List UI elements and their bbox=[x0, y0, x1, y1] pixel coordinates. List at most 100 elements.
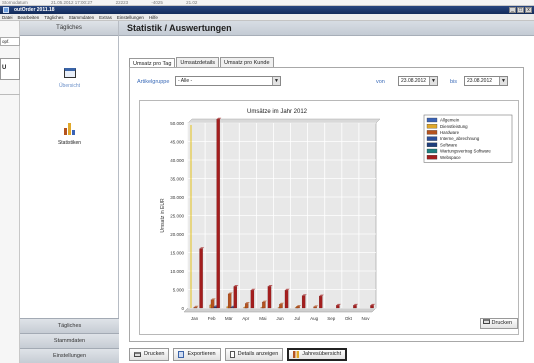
bar-chart-icon bbox=[293, 351, 300, 358]
background-field: opf. bbox=[0, 37, 20, 46]
bar bbox=[284, 290, 289, 309]
year-overview-button[interactable]: Jahresübersicht bbox=[287, 348, 348, 361]
maximize-button[interactable]: □ bbox=[517, 7, 524, 13]
background-field: U bbox=[0, 58, 20, 80]
group-select[interactable]: - Alle - ▼ bbox=[175, 76, 281, 86]
menu-bearbeiten[interactable]: Bearbeiten bbox=[18, 14, 40, 20]
legend-swatch bbox=[426, 130, 438, 135]
bar bbox=[313, 306, 317, 309]
bar bbox=[301, 295, 306, 309]
x-tick-label: Okt bbox=[345, 316, 353, 321]
x-tick-label: Feb bbox=[208, 316, 216, 321]
to-date-select[interactable]: 23.08.2012 ▼ bbox=[464, 76, 508, 86]
navigation-sidebar: Tägliches Übersicht Statistiken Tägliche… bbox=[20, 21, 119, 363]
nav-item-uebersicht[interactable]: Übersicht bbox=[20, 68, 119, 89]
strip-cell: 22223 bbox=[115, 0, 129, 5]
bar bbox=[296, 306, 300, 309]
bar-chart-icon bbox=[64, 122, 75, 135]
nav-tab-einstellungen[interactable]: Einstellungen bbox=[20, 348, 119, 363]
nav-header: Tägliches bbox=[20, 21, 118, 36]
footer-toolbar: Drucken Exportieren Details anzeigen Jah… bbox=[129, 348, 348, 361]
tab-panel: Artikelgruppe - Alle - ▼ von 23.08.2012 … bbox=[129, 67, 524, 342]
y-tick-label: 15.000 bbox=[170, 250, 184, 255]
y-tick-label: 25.000 bbox=[170, 213, 184, 218]
x-tick-label: Jul bbox=[294, 316, 300, 321]
legend-label: Wartungsvertrag Software bbox=[440, 149, 491, 154]
export-button[interactable]: Exportieren bbox=[173, 348, 221, 361]
tab-umsatzdetails[interactable]: Umsatzdetails bbox=[176, 57, 219, 67]
legend-swatch bbox=[426, 136, 438, 141]
window-titlebar: outOrder 2011.18 _ □ x bbox=[0, 6, 534, 14]
nav-tab-taegliches[interactable]: Tägliches bbox=[20, 318, 119, 333]
y-axis-label: Umsatz in EUR bbox=[160, 198, 166, 233]
legend-swatch bbox=[426, 148, 438, 154]
print-button-label: Drucken bbox=[144, 351, 165, 357]
chevron-down-icon: ▼ bbox=[429, 77, 437, 85]
document-icon bbox=[229, 351, 235, 358]
show-details-button[interactable]: Details anzeigen bbox=[224, 348, 284, 361]
legend-swatch bbox=[426, 117, 438, 123]
strip-cell: 21.05.2012 17:00:27 bbox=[51, 0, 93, 5]
app-icon bbox=[3, 7, 9, 13]
export-icon bbox=[178, 351, 185, 358]
to-date-value: 23.08.2012 bbox=[467, 78, 493, 84]
to-label: bis bbox=[450, 79, 458, 85]
y-tick-label: 45.000 bbox=[170, 139, 184, 144]
x-tick-label: Mär bbox=[225, 316, 233, 321]
strip-cell: 21.02 bbox=[186, 0, 198, 5]
menu-einstellungen[interactable]: Einstellungen bbox=[117, 14, 144, 20]
from-label: von bbox=[376, 79, 385, 85]
group-label: Artikelgruppe bbox=[137, 79, 170, 85]
y-tick-label: 40.000 bbox=[170, 158, 184, 163]
x-tick-label: Nov bbox=[361, 316, 370, 321]
background-divider bbox=[0, 94, 20, 104]
tab-umsatz-pro-kunde[interactable]: Umsatz pro Kunde bbox=[219, 57, 274, 67]
bar bbox=[353, 305, 357, 309]
plot-floor bbox=[183, 307, 377, 313]
menu-taegliches[interactable]: Tägliches bbox=[44, 14, 63, 20]
legend-label: Hardware bbox=[440, 130, 460, 135]
minimize-button[interactable]: _ bbox=[509, 7, 516, 13]
x-tick-label: Mai bbox=[259, 316, 266, 321]
bar bbox=[262, 301, 266, 309]
page-title: Statistik / Auswertungen bbox=[119, 21, 534, 36]
nav-item-statistiken[interactable]: Statistiken bbox=[20, 122, 119, 146]
legend-label: Allgemein bbox=[440, 118, 460, 123]
chevron-down-icon: ▼ bbox=[499, 77, 507, 85]
printer-icon bbox=[134, 352, 141, 357]
y-tick-label: 30.000 bbox=[170, 195, 184, 200]
nav-tab-stammdaten[interactable]: Stammdaten bbox=[20, 333, 119, 348]
chart-title: Umsätze im Jahr 2012 bbox=[247, 109, 308, 115]
year-overview-button-label: Jahresübersicht bbox=[302, 351, 342, 357]
strip-cell: Stornodatum bbox=[2, 0, 28, 5]
menu-stammdaten[interactable]: Stammdaten bbox=[69, 14, 95, 20]
y-tick-label: 5.000 bbox=[173, 287, 185, 292]
nav-item-label: Übersicht bbox=[58, 83, 81, 89]
strip-cell: -4025 bbox=[151, 0, 163, 5]
menu-datei[interactable]: Datei bbox=[2, 14, 13, 20]
legend-label: Software bbox=[440, 142, 458, 147]
close-button[interactable]: x bbox=[525, 7, 532, 13]
bar bbox=[216, 119, 220, 309]
bar bbox=[210, 299, 215, 309]
from-date-select[interactable]: 23.08.2012 ▼ bbox=[398, 76, 438, 86]
chart-print-label: Drucken bbox=[491, 320, 513, 326]
legend-label: Dienstleistung bbox=[440, 124, 468, 129]
x-tick-label: Jan bbox=[191, 316, 199, 321]
x-tick-label: Apr bbox=[242, 316, 250, 321]
group-select-value: - Alle - bbox=[178, 78, 193, 84]
chart-print-button[interactable]: Drucken bbox=[480, 318, 518, 329]
print-button[interactable]: Drucken bbox=[129, 348, 170, 361]
y-tick-label: 10.000 bbox=[170, 269, 184, 274]
menu-hilfe[interactable]: Hilfe bbox=[149, 14, 158, 20]
y-tick-label: 0 bbox=[181, 306, 184, 311]
export-button-label: Exportieren bbox=[187, 351, 216, 357]
y-tick-label: 35.000 bbox=[170, 176, 184, 181]
x-tick-label: Aug bbox=[310, 316, 319, 321]
menu-extras[interactable]: Extras bbox=[99, 14, 112, 20]
bar bbox=[336, 305, 340, 309]
bar bbox=[199, 248, 203, 309]
menu-bar: Datei Bearbeiten Tägliches Stammdaten Ex… bbox=[0, 14, 534, 21]
bar bbox=[319, 296, 323, 309]
bar bbox=[233, 286, 237, 309]
